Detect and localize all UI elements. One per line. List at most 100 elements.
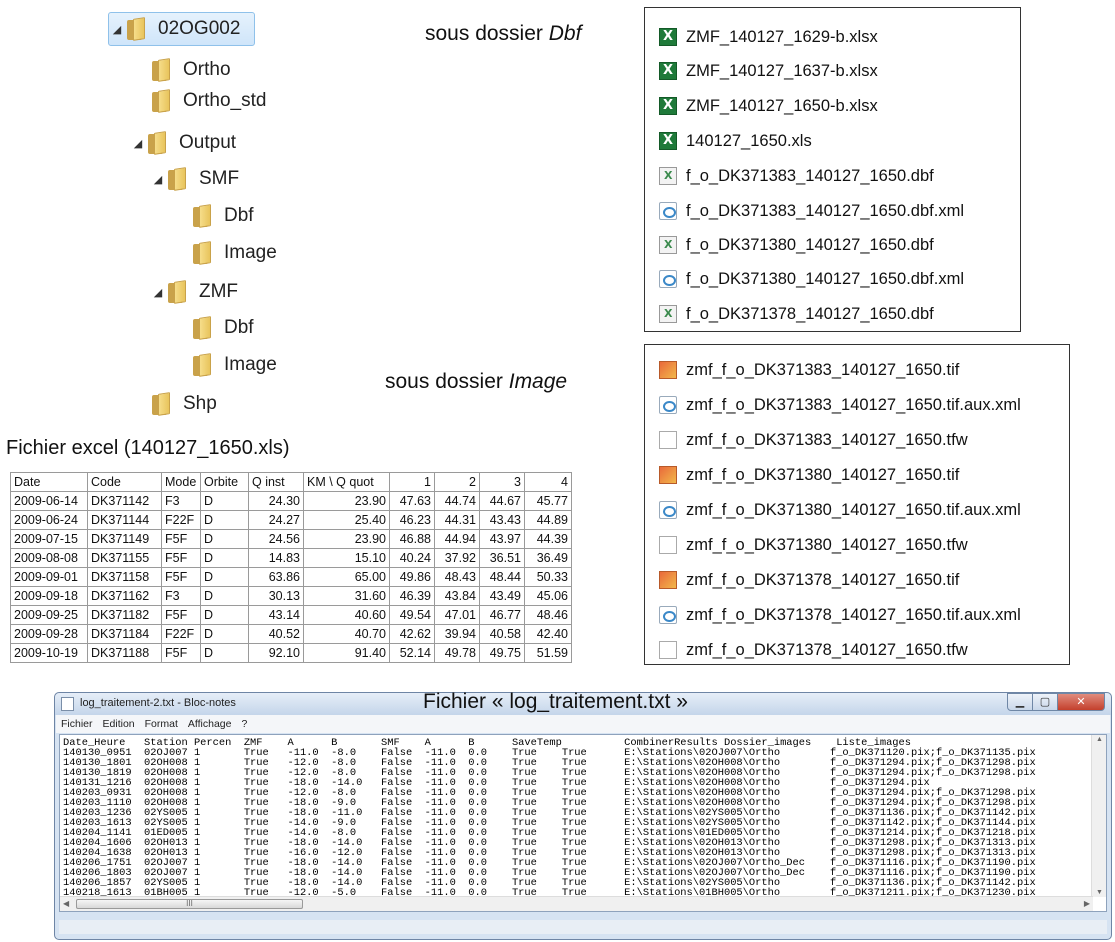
table-cell[interactable]: 24.27: [248, 510, 304, 530]
table-cell[interactable]: 43.43: [479, 510, 525, 530]
scrollbar-thumb[interactable]: III: [76, 899, 303, 909]
table-cell[interactable]: F3: [161, 491, 201, 511]
table-cell[interactable]: 39.94: [434, 624, 480, 644]
table-cell[interactable]: 46.39: [389, 586, 435, 606]
table-cell[interactable]: 37.92: [434, 548, 480, 568]
tree-item-ortho[interactable]: Ortho: [150, 53, 231, 87]
table-cell[interactable]: 43.14: [248, 605, 304, 625]
table-cell[interactable]: 36.51: [479, 548, 525, 568]
table-cell[interactable]: 24.56: [248, 529, 304, 549]
table-cell[interactable]: F5F: [161, 643, 201, 663]
table-cell[interactable]: 52.14: [389, 643, 435, 663]
table-cell[interactable]: 40.60: [303, 605, 390, 625]
table-cell[interactable]: DK371182: [87, 605, 162, 625]
table-cell[interactable]: D: [200, 567, 249, 587]
table-cell[interactable]: F5F: [161, 605, 201, 625]
table-cell[interactable]: 2009-10-19: [10, 643, 88, 663]
table-cell[interactable]: 49.54: [389, 605, 435, 625]
text-editor-area[interactable]: 140219_1204 02OH008 1 True -18.0 -14.0 F…: [59, 734, 1107, 912]
tree-item-ortho-std[interactable]: Ortho_std: [150, 84, 266, 118]
file-item[interactable]: zmf_f_o_DK371378_140127_1650.tif.aux.xml: [659, 598, 1021, 632]
table-cell[interactable]: DK371155: [87, 548, 162, 568]
tree-item-output[interactable]: ◢ Output: [130, 126, 236, 160]
tree-item-smf-dbf[interactable]: Dbf: [191, 199, 254, 233]
menu-help[interactable]: ?: [236, 718, 252, 730]
menu-edition[interactable]: Edition: [98, 718, 140, 730]
table-cell[interactable]: 40.70: [303, 624, 390, 644]
table-cell[interactable]: 36.49: [524, 548, 572, 568]
table-cell[interactable]: DK371184: [87, 624, 162, 644]
notepad-app-icon[interactable]: [61, 697, 74, 711]
table-cell[interactable]: 23.90: [303, 529, 390, 549]
table-cell[interactable]: DK371142: [87, 491, 162, 511]
table-cell[interactable]: 44.31: [434, 510, 480, 530]
minimize-button[interactable]: ▁: [1007, 693, 1033, 711]
table-cell[interactable]: 31.60: [303, 586, 390, 606]
collapse-triangle-icon[interactable]: ◢: [130, 137, 146, 150]
table-cell[interactable]: DK371158: [87, 567, 162, 587]
table-cell[interactable]: 15.10: [303, 548, 390, 568]
tree-item-02og002[interactable]: ◢ 02OG002: [108, 12, 256, 46]
table-cell[interactable]: 46.23: [389, 510, 435, 530]
table-cell[interactable]: 48.43: [434, 567, 480, 587]
table-cell[interactable]: D: [200, 491, 249, 511]
table-cell[interactable]: 2009-07-15: [10, 529, 88, 549]
column-header[interactable]: 3: [479, 472, 525, 492]
table-cell[interactable]: 51.59: [524, 643, 572, 663]
table-cell[interactable]: D: [200, 624, 249, 644]
table-cell[interactable]: F22F: [161, 624, 201, 644]
collapse-triangle-icon[interactable]: ◢: [150, 173, 166, 186]
file-item[interactable]: ZMF_140127_1637-b.xlsx: [659, 54, 878, 88]
table-cell[interactable]: 25.40: [303, 510, 390, 530]
column-header[interactable]: 2: [434, 472, 480, 492]
scroll-down-icon[interactable]: ▼: [1096, 889, 1103, 896]
table-cell[interactable]: 48.44: [479, 567, 525, 587]
table-cell[interactable]: 14.83: [248, 548, 304, 568]
table-cell[interactable]: 40.24: [389, 548, 435, 568]
close-button[interactable]: ✕: [1057, 693, 1105, 711]
collapse-triangle-icon[interactable]: ◢: [109, 23, 125, 36]
scroll-left-icon[interactable]: ◀: [63, 899, 69, 908]
table-cell[interactable]: 23.90: [303, 491, 390, 511]
tree-item-zmf-dbf[interactable]: Dbf: [191, 311, 254, 345]
tree-item-smf-image[interactable]: Image: [191, 236, 277, 270]
column-header[interactable]: Q inst: [248, 472, 304, 492]
table-cell[interactable]: 30.13: [248, 586, 304, 606]
table-cell[interactable]: 45.77: [524, 491, 572, 511]
column-header[interactable]: Mode: [161, 472, 201, 492]
table-cell[interactable]: F5F: [161, 548, 201, 568]
table-cell[interactable]: 44.89: [524, 510, 572, 530]
table-cell[interactable]: D: [200, 586, 249, 606]
table-cell[interactable]: 91.40: [303, 643, 390, 663]
table-cell[interactable]: 2009-06-14: [10, 491, 88, 511]
table-cell[interactable]: DK371144: [87, 510, 162, 530]
table-cell[interactable]: 2009-06-24: [10, 510, 88, 530]
column-header[interactable]: KM \ Q quot: [303, 472, 390, 492]
table-cell[interactable]: 2009-08-08: [10, 548, 88, 568]
table-cell[interactable]: D: [200, 510, 249, 530]
file-item[interactable]: f_o_DK371380_140127_1650.dbf: [659, 228, 934, 262]
file-item[interactable]: zmf_f_o_DK371383_140127_1650.tfw: [659, 423, 968, 457]
column-header[interactable]: 1: [389, 472, 435, 492]
table-cell[interactable]: 46.88: [389, 529, 435, 549]
file-item[interactable]: zmf_f_o_DK371380_140127_1650.tfw: [659, 528, 968, 562]
table-cell[interactable]: 44.74: [434, 491, 480, 511]
tree-item-zmf-image[interactable]: Image: [191, 348, 277, 382]
column-header[interactable]: Orbite: [200, 472, 249, 492]
file-item[interactable]: zmf_f_o_DK371380_140127_1650.tif.aux.xml: [659, 493, 1021, 527]
tree-item-shp[interactable]: Shp: [150, 387, 217, 421]
file-item[interactable]: f_o_DK371378_140127_1650.dbf: [659, 297, 934, 331]
file-item[interactable]: zmf_f_o_DK371378_140127_1650.tfw: [659, 633, 968, 667]
table-cell[interactable]: F5F: [161, 567, 201, 587]
notepad-title-bar[interactable]: log_traitement-2.txt - Bloc-notes Fichie…: [55, 690, 1111, 715]
collapse-triangle-icon[interactable]: ◢: [150, 286, 166, 299]
table-cell[interactable]: 2009-09-25: [10, 605, 88, 625]
menu-format[interactable]: Format: [140, 718, 183, 730]
table-cell[interactable]: 42.40: [524, 624, 572, 644]
table-cell[interactable]: F3: [161, 586, 201, 606]
vertical-scrollbar[interactable]: ▲ ▼: [1091, 735, 1106, 897]
file-item[interactable]: zmf_f_o_DK371383_140127_1650.tif: [659, 353, 959, 387]
table-cell[interactable]: D: [200, 605, 249, 625]
tree-item-smf[interactable]: ◢ SMF: [150, 162, 239, 196]
menu-fichier[interactable]: Fichier: [56, 718, 98, 730]
